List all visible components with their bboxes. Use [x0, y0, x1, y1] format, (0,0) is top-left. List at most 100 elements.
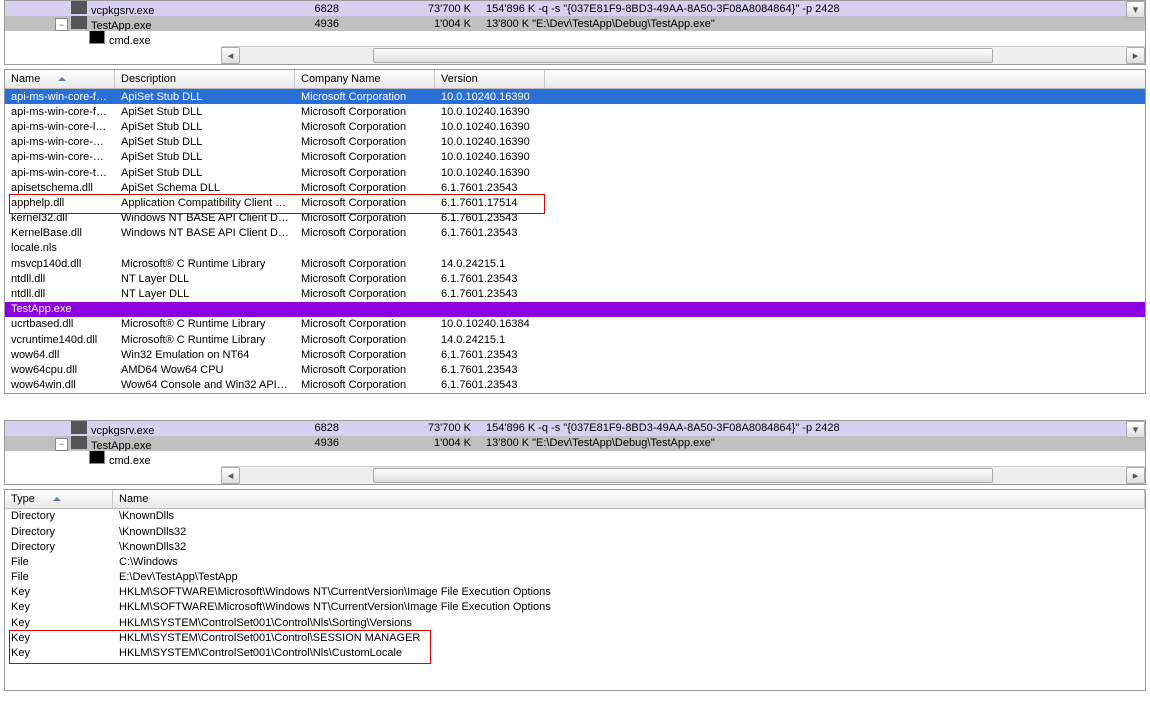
handle-row[interactable]: KeyHKLM\SOFTWARE\Microsoft\Windows NT\Cu… — [5, 600, 1145, 615]
module-row[interactable]: ucrtbased.dllMicrosoft® C Runtime Librar… — [5, 317, 1145, 332]
handle-type: Key — [5, 617, 113, 629]
module-row[interactable]: msvcp140d.dllMicrosoft® C Runtime Librar… — [5, 256, 1145, 271]
col-name-header[interactable]: Name — [5, 70, 115, 88]
handle-row[interactable]: KeyHKLM\SYSTEM\ControlSet001\Control\Nls… — [5, 645, 1145, 660]
module-row[interactable]: TestApp.exe — [5, 302, 1145, 317]
process-ws: 73'700 K — [349, 3, 481, 15]
process-name: vcpkgsrv.exe — [5, 421, 221, 436]
module-desc: Application Compatibility Client Libr... — [115, 197, 295, 209]
module-row[interactable]: api-ms-win-core-file-l...ApiSet Stub DLL… — [5, 89, 1145, 104]
scroll-left-button[interactable]: ◂ — [221, 47, 240, 64]
module-ver: 10.0.10240.16390 — [435, 106, 545, 118]
vscroll-down-button[interactable]: ▾ — [1126, 1, 1145, 18]
module-co: Microsoft Corporation — [295, 258, 435, 270]
col-description-header[interactable]: Description — [115, 70, 295, 88]
process-row[interactable]: vcpkgsrv.exe682873'700 K154'896 K -q -s … — [5, 421, 1145, 436]
module-row[interactable]: apphelp.dllApplication Compatibility Cli… — [5, 195, 1145, 210]
handle-type: Directory — [5, 526, 113, 538]
module-ver: 6.1.7601.17514 — [435, 197, 545, 209]
module-row[interactable]: api-ms-win-core-loc...ApiSet Stub DLLMic… — [5, 119, 1145, 134]
module-desc: ApiSet Schema DLL — [115, 182, 295, 194]
process-row[interactable]: cmd.exe — [5, 451, 1145, 466]
scroll-right-button-2[interactable]: ▸ — [1126, 467, 1145, 484]
handles-body[interactable]: Directory\KnownDllsDirectory\KnownDlls32… — [5, 509, 1145, 661]
handle-name: C:\Windows — [113, 556, 1145, 568]
process-pid: 6828 — [221, 422, 349, 434]
tree-collapse-button[interactable]: − — [55, 18, 68, 31]
module-row[interactable]: ntdll.dllNT Layer DLLMicrosoft Corporati… — [5, 286, 1145, 301]
module-row[interactable]: KernelBase.dllWindows NT BASE API Client… — [5, 226, 1145, 241]
process-cmd: 13'800 K "E:\Dev\TestApp\Debug\TestApp.e… — [481, 18, 1145, 30]
handle-row[interactable]: Directory\KnownDlls32 — [5, 539, 1145, 554]
module-row[interactable]: api-ms-win-core-file-l...ApiSet Stub DLL… — [5, 104, 1145, 119]
module-name: ntdll.dll — [5, 273, 115, 285]
handle-type: File — [5, 571, 113, 583]
process-row[interactable]: cmd.exe — [5, 31, 1145, 46]
module-row[interactable]: wow64.dllWin32 Emulation on NT64Microsof… — [5, 347, 1145, 362]
handle-row[interactable]: FileE:\Dev\TestApp\TestApp — [5, 570, 1145, 585]
handles-header-row: Type Name — [5, 490, 1145, 509]
process-row[interactable]: TestApp.exe49361'004 K13'800 K "E:\Dev\T… — [5, 16, 1145, 31]
module-name: apisetschema.dll — [5, 182, 115, 194]
module-co: Microsoft Corporation — [295, 182, 435, 194]
handle-row[interactable]: FileC:\Windows — [5, 554, 1145, 569]
handle-name: \KnownDlls — [113, 510, 1145, 522]
terminal-icon — [89, 31, 105, 44]
handle-row[interactable]: KeyHKLM\SYSTEM\ControlSet001\Control\Nls… — [5, 615, 1145, 630]
module-name: locale.nls — [5, 242, 115, 254]
module-row[interactable]: vcruntime140d.dllMicrosoft® C Runtime Li… — [5, 332, 1145, 347]
module-row[interactable]: wow64cpu.dllAMD64 Wow64 CPUMicrosoft Cor… — [5, 362, 1145, 377]
modules-body[interactable]: api-ms-win-core-file-l...ApiSet Stub DLL… — [5, 89, 1145, 393]
handle-type: File — [5, 556, 113, 568]
handle-type: Key — [5, 601, 113, 613]
col-type-header[interactable]: Type — [5, 490, 113, 508]
process-row[interactable]: TestApp.exe49361'004 K13'800 K "E:\Dev\T… — [5, 436, 1145, 451]
scroll-track[interactable] — [240, 48, 1126, 63]
module-row[interactable]: api-ms-win-core-pro...ApiSet Stub DLLMic… — [5, 135, 1145, 150]
tree-collapse-button[interactable]: − — [55, 438, 68, 451]
hscrollbar[interactable]: ◂ ▸ — [221, 46, 1145, 64]
hscrollbar-2[interactable]: ◂ ▸ — [221, 466, 1145, 484]
module-row[interactable]: api-ms-win-core-time...ApiSet Stub DLLMi… — [5, 165, 1145, 180]
scroll-thumb[interactable] — [373, 48, 993, 63]
module-row[interactable]: ntdll.dllNT Layer DLLMicrosoft Corporati… — [5, 271, 1145, 286]
module-co: Microsoft Corporation — [295, 379, 435, 391]
module-row[interactable]: locale.nls — [5, 241, 1145, 256]
module-row[interactable]: wow64win.dllWow64 Console and Win32 API … — [5, 378, 1145, 393]
col-company-header[interactable]: Company Name — [295, 70, 435, 88]
module-co: Microsoft Corporation — [295, 167, 435, 179]
process-name: vcpkgsrv.exe — [5, 1, 221, 16]
module-name: wow64.dll — [5, 349, 115, 361]
process-tree-2[interactable]: vcpkgsrv.exe682873'700 K154'896 K -q -s … — [5, 421, 1145, 466]
col-hname-header[interactable]: Name — [113, 490, 1145, 508]
module-ver: 6.1.7601.23543 — [435, 288, 545, 300]
scroll-track-2[interactable] — [240, 468, 1126, 483]
handle-row[interactable]: Directory\KnownDlls32 — [5, 524, 1145, 539]
handle-row[interactable]: KeyHKLM\SYSTEM\ControlSet001\Control\SES… — [5, 630, 1145, 645]
process-row[interactable]: vcpkgsrv.exe682873'700 K154'896 K -q -s … — [5, 1, 1145, 16]
module-co: Microsoft Corporation — [295, 288, 435, 300]
scroll-right-button[interactable]: ▸ — [1126, 47, 1145, 64]
handle-name: \KnownDlls32 — [113, 526, 1145, 538]
col-version-header[interactable]: Version — [435, 70, 545, 88]
module-ver: 6.1.7601.23543 — [435, 364, 545, 376]
module-name: api-ms-win-core-time... — [5, 167, 115, 179]
scroll-thumb-2[interactable] — [373, 468, 993, 483]
vscroll-down-button-2[interactable]: ▾ — [1126, 421, 1145, 438]
module-row[interactable]: kernel32.dllWindows NT BASE API Client D… — [5, 211, 1145, 226]
handle-type: Key — [5, 647, 113, 659]
handle-type: Directory — [5, 510, 113, 522]
handle-row[interactable]: Directory\KnownDlls — [5, 509, 1145, 524]
module-name: ntdll.dll — [5, 288, 115, 300]
handle-row[interactable]: KeyHKLM\SOFTWARE\Microsoft\Windows NT\Cu… — [5, 585, 1145, 600]
module-row[interactable]: api-ms-win-core-syn...ApiSet Stub DLLMic… — [5, 150, 1145, 165]
module-desc: Windows NT BASE API Client DLL — [115, 212, 295, 224]
module-ver: 10.0.10240.16390 — [435, 151, 545, 163]
module-name: api-ms-win-core-syn... — [5, 151, 115, 163]
scroll-left-button-2[interactable]: ◂ — [221, 467, 240, 484]
module-desc: Microsoft® C Runtime Library — [115, 334, 295, 346]
handle-name: HKLM\SYSTEM\ControlSet001\Control\Nls\Cu… — [113, 647, 1145, 659]
module-row[interactable]: apisetschema.dllApiSet Schema DLLMicroso… — [5, 180, 1145, 195]
process-tree[interactable]: vcpkgsrv.exe682873'700 K154'896 K -q -s … — [5, 1, 1145, 46]
module-ver: 10.0.10240.16390 — [435, 91, 545, 103]
